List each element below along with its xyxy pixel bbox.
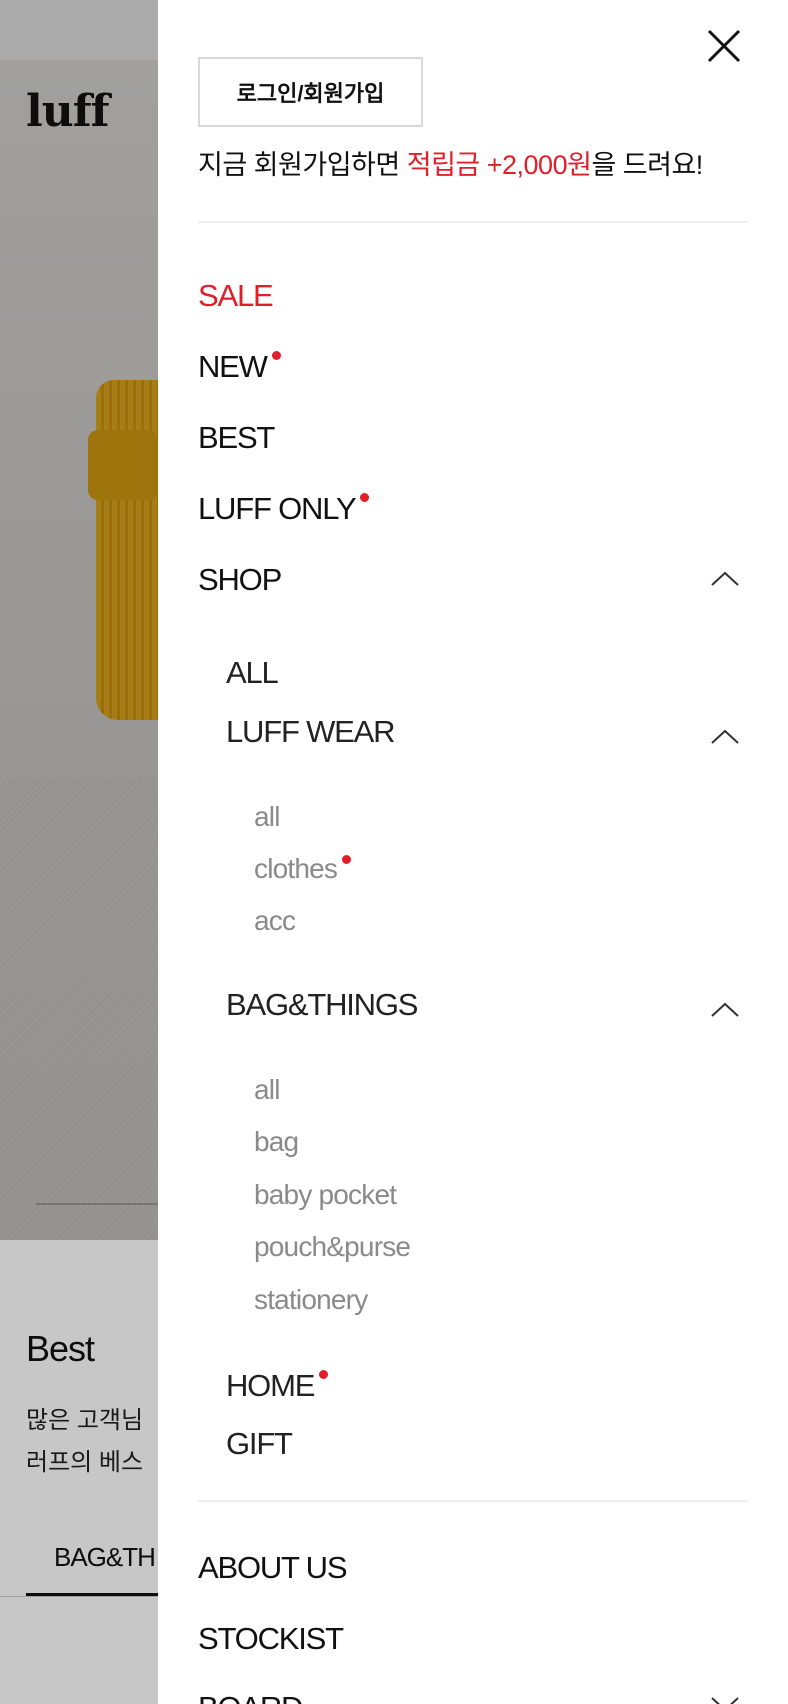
login-signup-button[interactable]: 로그인/회원가입 — [198, 57, 423, 127]
submenu-item-all[interactable]: ALL — [226, 655, 279, 691]
menu-item-stockist-label: STOCKIST — [198, 1621, 344, 1656]
menu-item-luff-only-label: LUFF ONLY — [198, 491, 357, 526]
leaf-item-clothes-label: clothes — [254, 853, 338, 884]
menu-item-about-us-label: ABOUT US — [198, 1550, 348, 1585]
submenu-item-luff-wear-label: LUFF WEAR — [226, 714, 396, 749]
red-dot-icon — [271, 351, 281, 360]
chevron-up-icon[interactable] — [710, 728, 740, 746]
signup-promo-text: 지금 회원가입하면 적립금 +2,000원을 드려요! — [198, 143, 703, 182]
menu-item-new[interactable]: NEW — [198, 349, 281, 385]
leaf-item-pouch-purse[interactable]: pouch&purse — [254, 1231, 411, 1263]
leaf-item-baby-pocket[interactable]: baby pocket — [254, 1179, 397, 1211]
promo-highlight: 적립금 +2,000원 — [406, 150, 592, 180]
menu-item-shop-label: SHOP — [198, 562, 282, 597]
chevron-up-icon[interactable] — [710, 1001, 740, 1019]
menu-item-about-us[interactable]: ABOUT US — [198, 1550, 348, 1586]
submenu-item-home-label: HOME — [226, 1368, 315, 1403]
leaf-item-wear-all-label: all — [254, 801, 280, 832]
submenu-item-bag-things-label: BAG&THINGS — [226, 987, 418, 1022]
menu-item-best-label: BEST — [198, 420, 275, 455]
leaf-item-pouch-purse-label: pouch&purse — [254, 1231, 411, 1262]
close-icon[interactable] — [704, 26, 744, 66]
leaf-item-acc[interactable]: acc — [254, 905, 296, 937]
menu-item-sale-label: SALE — [198, 278, 274, 313]
leaf-item-bag-all-label: all — [254, 1074, 280, 1105]
red-dot-icon — [319, 1370, 329, 1379]
leaf-item-acc-label: acc — [254, 905, 296, 936]
red-dot-icon — [342, 855, 352, 864]
menu-item-board[interactable]: BOARD — [198, 1690, 303, 1704]
menu-divider — [198, 1500, 748, 1502]
red-dot-icon — [360, 493, 370, 502]
chevron-down-icon[interactable] — [710, 1695, 740, 1704]
leaf-item-stationery[interactable]: stationery — [254, 1284, 368, 1316]
leaf-item-baby-pocket-label: baby pocket — [254, 1179, 397, 1210]
menu-item-sale[interactable]: SALE — [198, 278, 274, 314]
submenu-item-all-label: ALL — [226, 655, 279, 690]
menu-item-stockist[interactable]: STOCKIST — [198, 1621, 344, 1657]
navigation-drawer: 로그인/회원가입 지금 회원가입하면 적립금 +2,000원을 드려요! SAL… — [158, 0, 788, 1704]
leaf-item-clothes[interactable]: clothes — [254, 853, 352, 885]
leaf-item-bag[interactable]: bag — [254, 1126, 299, 1158]
leaf-item-bag-label: bag — [254, 1126, 299, 1157]
menu-item-new-label: NEW — [198, 349, 268, 384]
submenu-item-luff-wear[interactable]: LUFF WEAR — [226, 714, 396, 750]
submenu-item-gift-label: GIFT — [226, 1426, 293, 1461]
leaf-item-bag-all[interactable]: all — [254, 1074, 280, 1106]
chevron-up-icon[interactable] — [710, 570, 740, 588]
submenu-item-home[interactable]: HOME — [226, 1368, 329, 1404]
menu-item-board-label: BOARD — [198, 1690, 303, 1704]
menu-item-luff-only[interactable]: LUFF ONLY — [198, 491, 370, 527]
submenu-item-bag-things[interactable]: BAG&THINGS — [226, 987, 418, 1023]
submenu-item-gift[interactable]: GIFT — [226, 1426, 293, 1462]
promo-suffix: 을 드려요! — [591, 150, 703, 180]
menu-item-shop[interactable]: SHOP — [198, 562, 282, 598]
leaf-item-wear-all[interactable]: all — [254, 801, 280, 833]
promo-prefix: 지금 회원가입하면 — [198, 150, 407, 180]
top-divider — [198, 221, 748, 223]
leaf-item-stationery-label: stationery — [254, 1284, 368, 1315]
menu-item-best[interactable]: BEST — [198, 420, 275, 456]
